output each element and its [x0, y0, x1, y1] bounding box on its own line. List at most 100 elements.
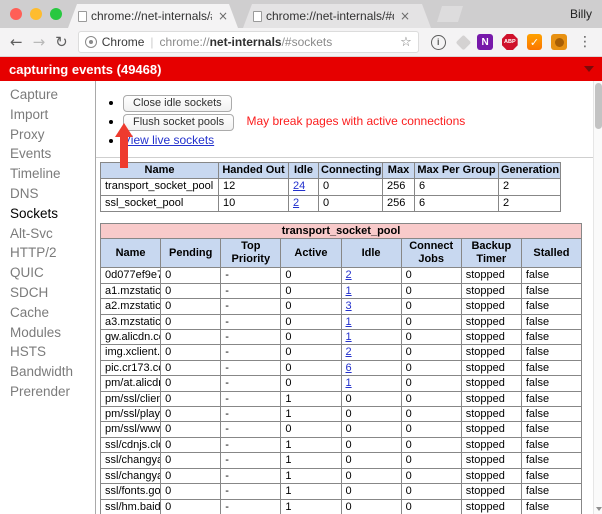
table-cell: stopped [460, 359, 522, 377]
table-cell: - [220, 421, 282, 438]
sidebar-item-hsts[interactable]: HSTS [0, 342, 95, 362]
sidebar-item-alt-svc[interactable]: Alt-Svc [0, 224, 95, 244]
sidebar-item-cache[interactable]: Cache [0, 303, 95, 323]
table-cell: stopped [460, 375, 522, 392]
table-row: ssl/changyan.itc.cn:4430-100stoppedfalse [99, 452, 583, 469]
idle-count-link[interactable]: 1 [346, 377, 352, 389]
idle-count-link[interactable]: 1 [346, 316, 352, 328]
table-row: ssl_socket_pool 10 2 0 256 6 2 [100, 194, 561, 212]
amber-extension-icon[interactable] [551, 34, 568, 50]
address-bar[interactable]: Chrome | chrome://net-internals/#sockets… [77, 31, 419, 53]
table-cell: 0 [340, 436, 402, 454]
table-cell: pm/ssl/www.google.com:443 [99, 421, 162, 438]
profile-name[interactable]: Billy [570, 7, 592, 21]
vertical-scrollbar[interactable] [593, 81, 602, 514]
tab-dns[interactable]: chrome://net-internals/#dns × [243, 4, 431, 28]
table-cell: ssl/changyan.itc.cn:443 [99, 452, 162, 469]
sidebar-item-proxy[interactable]: Proxy [0, 125, 95, 145]
column-header: Idle [288, 162, 319, 179]
zoom-window-button[interactable] [50, 8, 62, 20]
sidebar-item-sockets[interactable]: Sockets [0, 204, 95, 224]
table-cell: stopped [460, 298, 522, 315]
capture-status-bar[interactable]: capturing events (49468) [0, 57, 602, 81]
onenote-extension-icon[interactable]: N [477, 34, 493, 50]
table-cell: 0 [280, 267, 342, 284]
table-cell: ssl/cdnjs.cloudflare.com:443 [99, 436, 162, 454]
table-cell: 0 [400, 344, 462, 361]
bookmark-star-icon[interactable]: ☆ [400, 35, 412, 50]
table-cell: stopped [460, 329, 522, 346]
sidebar-item-bandwidth[interactable]: Bandwidth [0, 362, 95, 382]
flush-socket-pools-button[interactable]: Flush socket pools [123, 114, 235, 131]
collapse-arrow-icon[interactable] [584, 66, 594, 72]
close-window-button[interactable] [10, 8, 22, 20]
table-cell: false [520, 344, 583, 361]
sidebar-item-dns[interactable]: DNS [0, 184, 95, 204]
sidebar-item-prerender[interactable]: Prerender [0, 382, 95, 402]
sidebar-item-capture[interactable]: Capture [0, 85, 95, 105]
back-icon[interactable]: ← [10, 33, 23, 51]
table-cell: 0 [400, 329, 462, 346]
sidebar-item-modules[interactable]: Modules [0, 323, 95, 343]
inactive-extension-icon[interactable] [455, 34, 471, 50]
menu-kebab-icon[interactable]: ⋮ [578, 34, 592, 50]
table-cell: 0 [160, 267, 222, 284]
reload-icon[interactable]: ↻ [55, 33, 68, 51]
table-row: pm/ssl/play.google.com:4430-100stoppedfa… [99, 406, 583, 423]
sidebar-item-quic[interactable]: QUIC [0, 263, 95, 283]
idle-count-link[interactable]: 24 [293, 180, 305, 192]
page-favicon-icon [78, 11, 87, 22]
table-cell: - [220, 359, 282, 377]
sidebar-item-sdch[interactable]: SDCH [0, 283, 95, 303]
tab-sockets[interactable]: chrome://net-internals/#socke × [68, 4, 238, 28]
sidebar-item-timeline[interactable]: Timeline [0, 164, 95, 184]
table-cell: stopped [460, 267, 522, 284]
warning-text: May break pages with active connections [246, 114, 466, 128]
idle-count-link[interactable]: 3 [346, 300, 352, 312]
scrollbar-thumb[interactable] [595, 83, 602, 129]
idle-count-link[interactable]: 2 [346, 269, 352, 281]
idle-count-link[interactable]: 6 [346, 362, 352, 374]
actions-list: Close idle sockets Flush socket pools Ma… [123, 93, 602, 150]
idle-count-link[interactable]: 1 [346, 285, 352, 297]
table-cell: - [220, 329, 282, 346]
table-cell: stopped [460, 344, 522, 361]
table-cell: - [220, 313, 282, 331]
sidebar-item-import[interactable]: Import [0, 105, 95, 125]
table-cell: gw.alicdn.com:80 [99, 329, 162, 346]
tab-close-icon[interactable]: × [216, 9, 230, 23]
tab-close-icon[interactable]: × [398, 9, 412, 23]
table-cell: 0 [400, 375, 462, 392]
close-idle-sockets-button[interactable]: Close idle sockets [123, 95, 232, 112]
view-live-sockets-link[interactable]: View live sockets [123, 133, 214, 147]
sidebar-item-http2[interactable]: HTTP/2 [0, 243, 95, 263]
checker-extension-icon[interactable]: ✓ [526, 34, 543, 50]
idle-count-link[interactable]: 1 [346, 331, 352, 343]
column-header: Connecting [318, 162, 383, 179]
minimize-window-button[interactable] [30, 8, 42, 20]
table-row: gw.alicdn.com:800-010stoppedfalse [99, 329, 583, 346]
table-cell: 0 [280, 329, 342, 346]
table-cell: 0 [340, 421, 402, 438]
table-cell: 6 [414, 178, 499, 196]
table-cell: 0 [160, 390, 222, 408]
table-row: ssl/fonts.googleapis.com:4430-100stopped… [99, 483, 583, 500]
table-cell: 1 [280, 483, 342, 500]
scrollbar-down-arrow-icon[interactable] [596, 507, 602, 511]
idle-count-link[interactable]: 2 [293, 197, 299, 209]
forward-icon[interactable]: → [33, 33, 46, 51]
table-cell: 1 [280, 498, 342, 514]
adblock-plus-extension-icon[interactable]: ABP [502, 34, 518, 50]
column-header: Idle [340, 238, 402, 269]
sidebar-item-events[interactable]: Events [0, 144, 95, 164]
column-header: Top Priority [220, 238, 282, 269]
table-cell: 0 [160, 344, 222, 361]
idle-count-link[interactable]: 2 [346, 346, 352, 358]
table-cell: stopped [460, 406, 522, 423]
new-tab-button[interactable] [437, 6, 463, 22]
site-info-icon[interactable] [84, 36, 97, 48]
table-row: a3.mzstatic.com:800-010stoppedfalse [99, 313, 583, 331]
table-cell: 2 [498, 178, 561, 196]
page-info-badge-icon[interactable]: i [430, 34, 446, 50]
table-cell: 0 [280, 282, 342, 300]
